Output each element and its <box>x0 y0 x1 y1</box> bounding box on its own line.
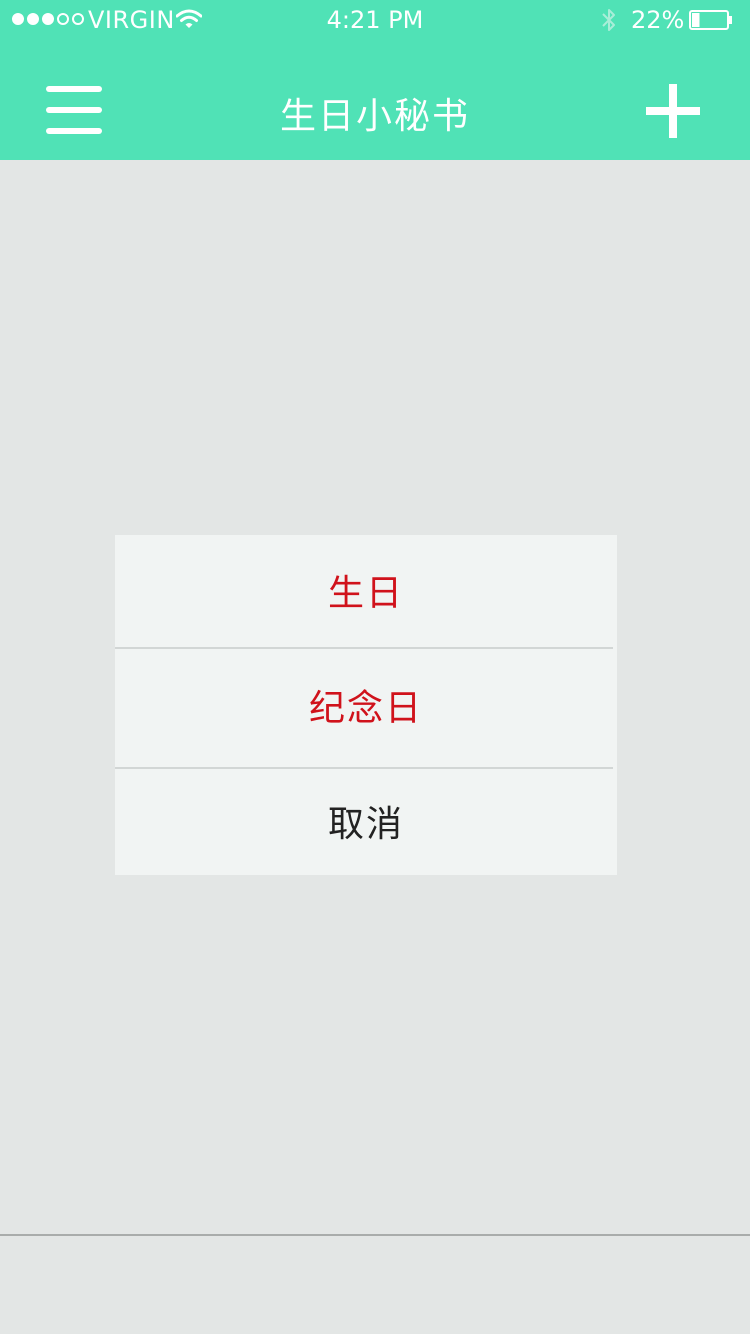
add-button[interactable] <box>640 80 706 142</box>
hamburger-menu-icon <box>46 107 102 113</box>
battery-icon <box>689 10 732 30</box>
plus-icon <box>669 84 677 138</box>
hamburger-menu-icon <box>46 128 102 134</box>
anniversary-option-button[interactable]: 纪念日 <box>115 649 617 768</box>
app-screen: VIRGIN 4:21 PM 22% 生日小秘书 生日 纪念日 取消 <box>0 0 750 1334</box>
bottom-divider <box>0 1234 750 1236</box>
battery-fill <box>692 13 700 27</box>
header: VIRGIN 4:21 PM 22% 生日小秘书 <box>0 0 750 160</box>
status-bar: VIRGIN 4:21 PM 22% <box>0 0 750 40</box>
menu-button[interactable] <box>40 82 108 138</box>
battery-percentage: 22% <box>631 6 685 34</box>
page-title: 生日小秘书 <box>279 96 470 137</box>
bluetooth-icon <box>602 9 615 31</box>
action-dialog: 生日 纪念日 取消 <box>115 535 617 875</box>
hamburger-menu-icon <box>46 86 102 92</box>
birthday-option-button[interactable]: 生日 <box>115 535 617 648</box>
cancel-button[interactable]: 取消 <box>115 769 617 875</box>
navigation-bar: 生日小秘书 <box>0 40 750 160</box>
